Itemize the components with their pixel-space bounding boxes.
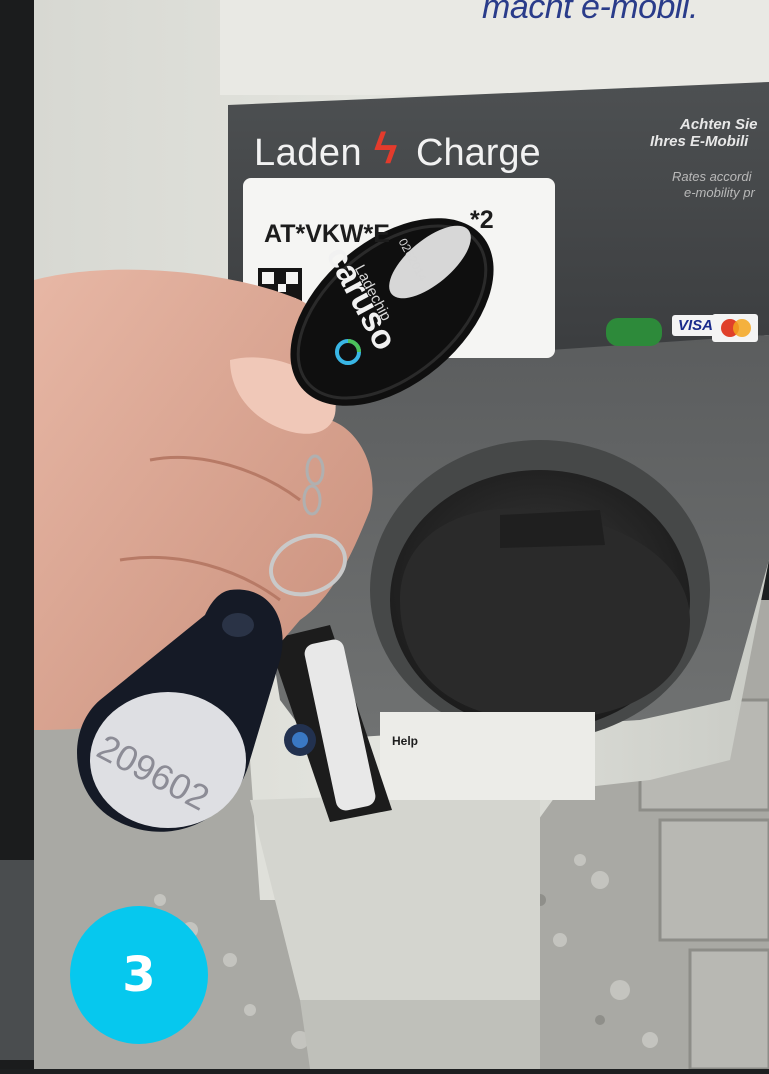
station-slogan: macht e-mobil. xyxy=(482,0,698,26)
station-notice-line3: Rates accordi xyxy=(672,169,752,184)
visa-card-logo: VISA xyxy=(672,315,720,336)
step-badge: 3 xyxy=(70,906,208,1044)
station-notice-line4: e-mobility pr xyxy=(684,185,755,200)
step-number: 3 xyxy=(122,947,156,1003)
photo-scene: macht e-mobil. Laden ϟ Charge AT*VKW*E *… xyxy=(0,0,769,1071)
station-notice-line2: Ihres E-Mobili xyxy=(650,133,749,150)
station-label-laden: Laden xyxy=(254,132,363,174)
station-id-suffix: *2 xyxy=(470,206,494,234)
station-label-charge: Charge xyxy=(416,132,541,174)
lightning-icon: ϟ xyxy=(374,124,398,173)
help-sticker-label: Help xyxy=(392,734,419,748)
station-id-prefix: AT*VKW*E xyxy=(264,220,390,248)
station-notice-line1: Achten Sie xyxy=(680,116,758,133)
